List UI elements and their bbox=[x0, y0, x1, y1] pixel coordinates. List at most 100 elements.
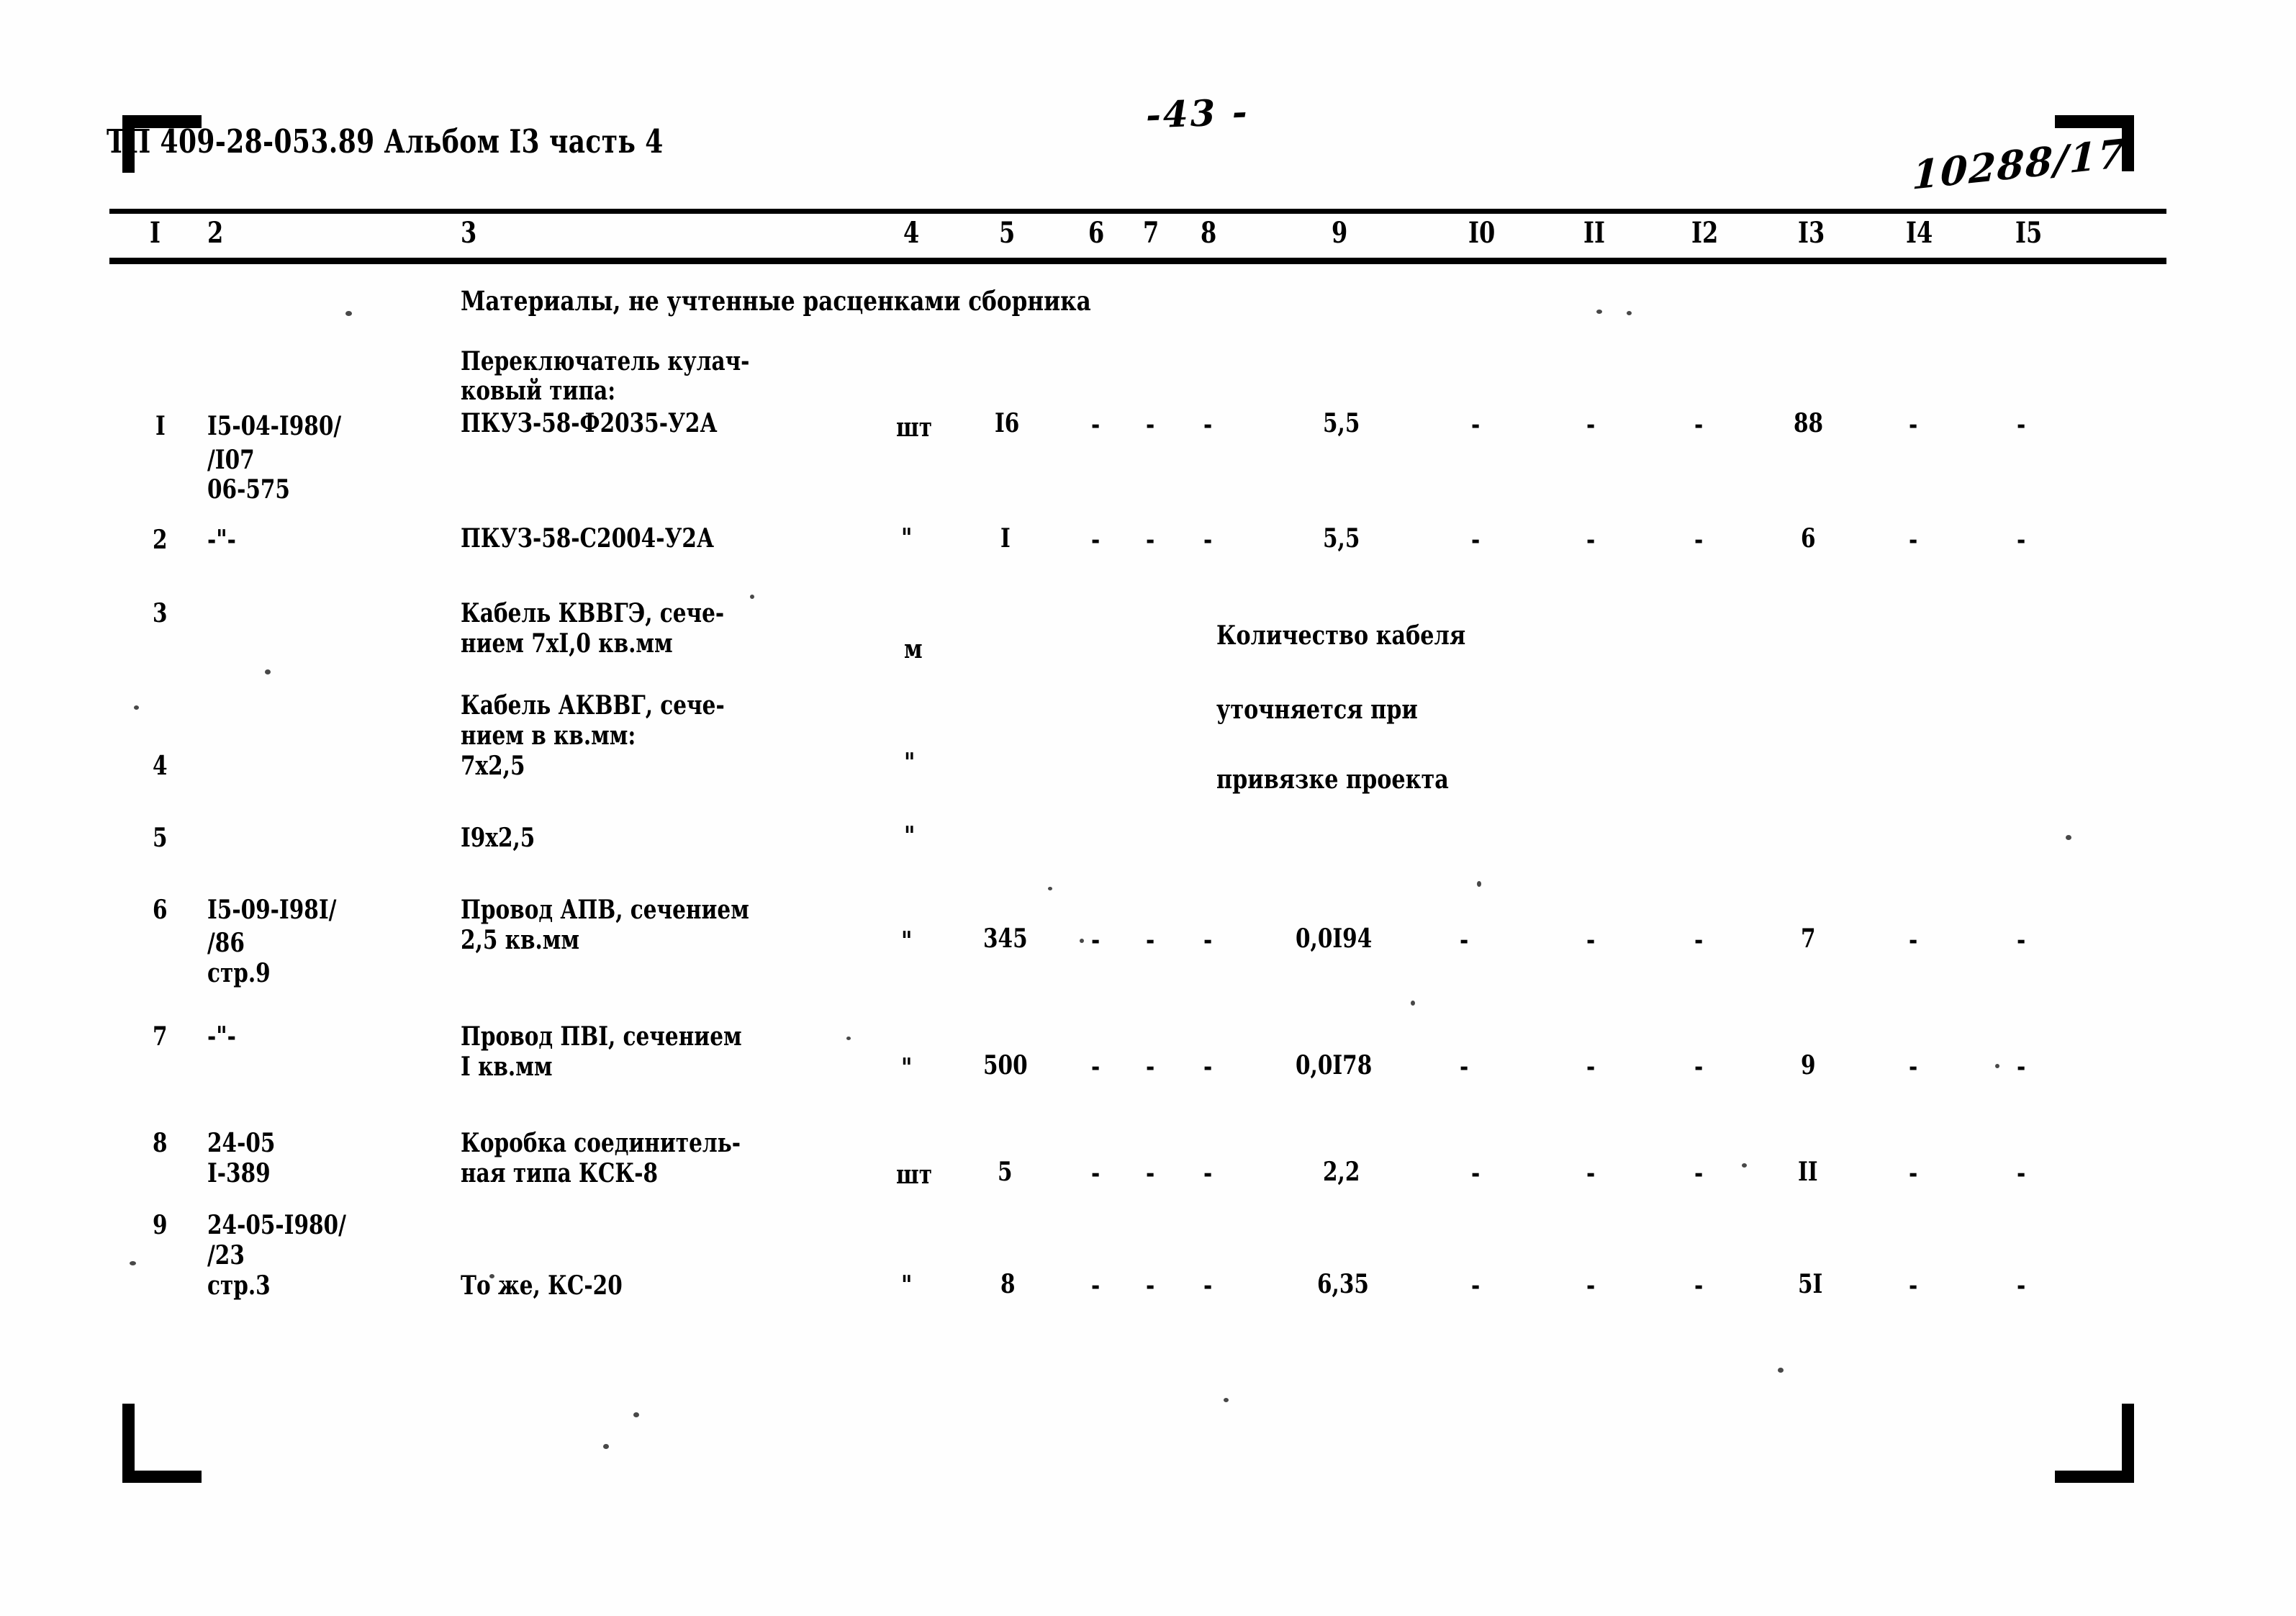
scan-artifact bbox=[1080, 939, 1084, 943]
col7-value: - bbox=[1146, 525, 1155, 555]
unit-of-measure: " bbox=[901, 1053, 913, 1083]
note-line-1: Количество кабеля bbox=[1216, 620, 1466, 651]
description-line-2: нием в кв.мм: bbox=[461, 721, 636, 751]
unit-of-measure: м bbox=[904, 634, 923, 664]
page-number: -43 - bbox=[1145, 90, 1250, 137]
quantity: 500 bbox=[983, 1050, 1028, 1080]
column-number-13: I3 bbox=[1798, 216, 1825, 250]
col15-value: - bbox=[2017, 925, 2026, 955]
norm-code-line-3: 06-575 bbox=[207, 474, 290, 505]
norm-code-line-1: 24-05 bbox=[207, 1128, 276, 1158]
section-heading: Материалы, не учтенные расценками сборни… bbox=[461, 285, 1091, 317]
col10-value: - bbox=[1471, 1270, 1481, 1301]
description-line-2: ковый типа: bbox=[461, 376, 616, 406]
unit-of-measure: " bbox=[904, 748, 916, 778]
col8-value: - bbox=[1203, 925, 1213, 955]
column-number-2: 2 bbox=[207, 216, 224, 250]
row-number: 4 bbox=[153, 751, 168, 781]
scan-artifact bbox=[750, 595, 754, 599]
row-number: 7 bbox=[153, 1021, 168, 1052]
table-top-rule bbox=[109, 209, 2166, 214]
scan-artifact bbox=[1224, 1398, 1229, 1402]
column-number-14: I4 bbox=[1906, 216, 1933, 250]
col13-value: 9 bbox=[1801, 1050, 1816, 1080]
description-line-1: Кабель КВВГЭ, сече- bbox=[461, 598, 725, 628]
norm-code-line-1: I5-04-I980/ bbox=[207, 411, 342, 441]
description-line-2: нием 7хI,0 кв.мм bbox=[461, 628, 673, 659]
norm-code-line-2: /I07 bbox=[207, 445, 255, 475]
description-line-1: ПКУЗ-58-С2004-У2А bbox=[461, 523, 715, 554]
row-number: 9 bbox=[153, 1210, 168, 1240]
scan-artifact bbox=[1477, 881, 1481, 887]
col11-value: - bbox=[1586, 1052, 1596, 1082]
col10-value: - bbox=[1471, 410, 1481, 440]
quantity: 5 bbox=[998, 1157, 1013, 1187]
col9-value: 2,2 bbox=[1323, 1157, 1360, 1187]
note-line-3: привязке проекта bbox=[1216, 764, 1449, 795]
scan-artifact bbox=[1627, 311, 1632, 315]
scan-artifact bbox=[2066, 835, 2071, 840]
col12-value: - bbox=[1694, 925, 1704, 955]
description-line-1: Провод АПВ, сечением bbox=[461, 895, 749, 925]
row-number: 2 bbox=[153, 525, 168, 555]
col7-value: - bbox=[1146, 1270, 1155, 1301]
col8-value: - bbox=[1203, 525, 1213, 555]
description-line-1: Провод ПВI, сечением bbox=[461, 1021, 742, 1052]
column-number-5: 5 bbox=[999, 216, 1016, 250]
norm-code-line-2: I-389 bbox=[207, 1158, 271, 1188]
col13-value: 7 bbox=[1801, 924, 1816, 954]
col12-value: - bbox=[1694, 1270, 1704, 1301]
column-number-15: I5 bbox=[2015, 216, 2043, 250]
column-number-8: 8 bbox=[1201, 216, 1217, 250]
col9-value: 5,5 bbox=[1323, 523, 1360, 554]
scan-artifact bbox=[134, 705, 139, 710]
scan-artifact bbox=[846, 1037, 851, 1040]
col6-value: - bbox=[1091, 525, 1100, 555]
col15-value: - bbox=[2017, 1270, 2026, 1301]
norm-code-line-1: -"- bbox=[207, 525, 236, 555]
scan-artifact bbox=[1596, 310, 1602, 314]
scan-artifact bbox=[1411, 1001, 1415, 1006]
row-number: I bbox=[155, 411, 166, 441]
document-header-title: ТП 409-28-053.89 Альбом I3 часть 4 bbox=[107, 122, 664, 161]
description-line-2: 2,5 кв.мм bbox=[461, 925, 580, 955]
column-number-1: I bbox=[150, 216, 161, 250]
col8-value: - bbox=[1203, 410, 1213, 440]
col13-value: II bbox=[1798, 1157, 1818, 1187]
unit-of-measure: " bbox=[901, 523, 913, 554]
column-number-9: 9 bbox=[1332, 216, 1348, 250]
scan-artifact bbox=[265, 669, 271, 674]
scan-artifact bbox=[130, 1261, 136, 1265]
scan-artifact bbox=[603, 1444, 609, 1449]
column-number-7: 7 bbox=[1143, 216, 1160, 250]
col8-value: - bbox=[1203, 1270, 1213, 1301]
col12-value: - bbox=[1694, 1158, 1704, 1188]
unit-of-measure: шт bbox=[896, 412, 933, 443]
col6-value: - bbox=[1091, 925, 1100, 955]
col11-value: - bbox=[1586, 1270, 1596, 1301]
scan-artifact bbox=[1048, 887, 1052, 890]
col6-value: - bbox=[1091, 1158, 1100, 1188]
scanned-document-page: ТП 409-28-053.89 Альбом I3 часть 4 -43 -… bbox=[0, 0, 2296, 1616]
scan-artifact bbox=[489, 1274, 494, 1278]
scan-artifact bbox=[345, 311, 352, 316]
col14-value: - bbox=[1909, 1052, 1918, 1082]
col14-value: - bbox=[1909, 1158, 1918, 1188]
column-number-11: II bbox=[1583, 216, 1605, 250]
unit-of-measure: " bbox=[901, 926, 913, 957]
col10-value: - bbox=[1460, 925, 1469, 955]
col13-value: 5I bbox=[1798, 1269, 1823, 1299]
column-number-3: 3 bbox=[461, 216, 477, 250]
unit-of-measure: шт bbox=[896, 1160, 933, 1190]
description-line-1: Переключатель кулач- bbox=[461, 346, 750, 376]
col6-value: - bbox=[1091, 1270, 1100, 1301]
column-number-6: 6 bbox=[1088, 216, 1105, 250]
norm-code-line-3: стр.9 bbox=[207, 958, 271, 988]
col11-value: - bbox=[1586, 525, 1596, 555]
col10-value: - bbox=[1460, 1052, 1469, 1082]
note-line-2: уточняется при bbox=[1216, 695, 1418, 725]
scan-artifact bbox=[1995, 1064, 1999, 1068]
table-header-rule bbox=[109, 258, 2166, 264]
description-line-1: То же, КС-20 bbox=[461, 1270, 623, 1301]
col14-value: - bbox=[1909, 925, 1918, 955]
